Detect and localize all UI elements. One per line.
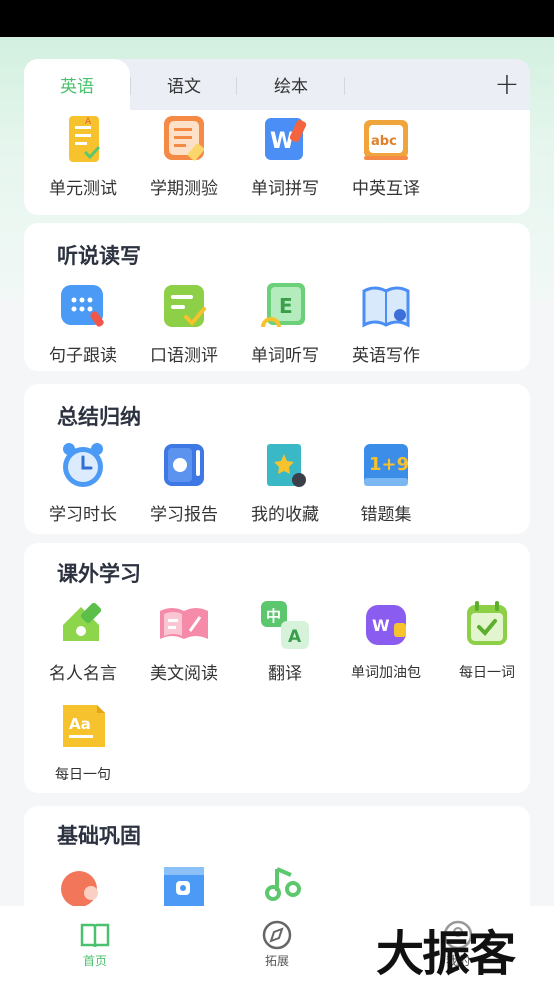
alarm-clock-icon: [57, 440, 109, 492]
item-label: 单词加油包: [351, 665, 421, 681]
item-label: 句子跟读: [49, 346, 117, 366]
daily-word-icon: [461, 599, 513, 651]
tab-divider: [130, 77, 131, 95]
phonics-icon: [57, 863, 109, 906]
sentence-repeat-button[interactable]: 句子跟读: [33, 281, 133, 366]
mistakes-book-icon: 1+9: [360, 440, 412, 492]
tab-chinese[interactable]: 语文: [132, 59, 236, 110]
textbook-icon: [158, 863, 210, 906]
subject-tabs: 英语 语文 绘本 +: [24, 59, 530, 110]
item-label: 学习时长: [49, 505, 117, 525]
item-label: 我的收藏: [251, 505, 319, 525]
study-report-button[interactable]: 学习报告: [134, 440, 234, 525]
svg-text:中: 中: [266, 607, 281, 625]
section-title: 听说读写: [57, 244, 141, 268]
watermark: 大振客: [376, 926, 516, 982]
english-writing-button[interactable]: 英语写作: [336, 281, 436, 366]
nav-label: 首页: [82, 954, 107, 968]
daily-sentence-icon: Aa: [57, 701, 109, 753]
report-icon: [158, 440, 210, 492]
book-icon: [80, 923, 110, 948]
nav-explore[interactable]: 拓展: [237, 920, 317, 969]
nav-home[interactable]: 首页: [55, 920, 135, 969]
translate-icon: 中A: [259, 599, 311, 651]
item-label: 单词听写: [251, 346, 319, 366]
item-label: 口语测评: [150, 346, 218, 366]
svg-text:E: E: [279, 294, 293, 318]
svg-text:A: A: [85, 117, 92, 127]
word-boost-icon: W: [360, 599, 412, 651]
term-quiz-icon: [158, 114, 210, 166]
summary-section: 总结归纳 学习时长 学习报告 我的收藏 1+9 错题集: [24, 384, 530, 534]
fundamentals-section: 基础巩固: [24, 806, 530, 906]
listening-speaking-section: 听说读写 句子跟读 口语测评 E 单词听写 英语写作: [24, 223, 530, 371]
mistakes-book-button[interactable]: 1+9 错题集: [336, 440, 436, 525]
word-spelling-button[interactable]: W 单词拼写: [235, 114, 335, 199]
phonics-button[interactable]: [33, 863, 133, 906]
tab-divider: [344, 77, 345, 95]
word-dictation-icon: E: [259, 281, 311, 333]
svg-text:W: W: [372, 616, 390, 635]
item-label: 英语写作: [352, 346, 420, 366]
status-bar: [0, 0, 554, 37]
english-tools-card: A 单元测试 学期测验 W 单词拼写 abc 中英互译: [24, 110, 530, 215]
item-label: 翻译: [268, 664, 302, 684]
music-button[interactable]: [235, 863, 335, 906]
word-dictation-button[interactable]: E 单词听写: [235, 281, 335, 366]
word-boost-pack-button[interactable]: W 单词加油包: [336, 599, 436, 682]
article-reading-button[interactable]: 美文阅读: [134, 599, 234, 684]
daily-word-button[interactable]: 每日一词: [437, 599, 537, 682]
speaking-test-icon: [158, 281, 210, 333]
svg-text:W: W: [270, 129, 294, 154]
compass-icon: [262, 920, 292, 950]
tab-picture-books[interactable]: 绘本: [238, 59, 344, 110]
item-label: 美文阅读: [150, 664, 218, 684]
svg-text:1+9: 1+9: [369, 454, 409, 475]
item-label: 单词拼写: [251, 179, 319, 199]
nav-label: 拓展: [264, 954, 289, 968]
famous-quotes-button[interactable]: 名人名言: [33, 599, 133, 684]
english-writing-icon: [360, 281, 412, 333]
extracurricular-section: 课外学习 名人名言 美文阅读 中A 翻译 W 单词加油包 每日一词 Aa 每日一…: [24, 543, 530, 793]
word-spelling-icon: W: [259, 114, 311, 166]
item-label: 每日一词: [459, 665, 515, 681]
item-label: 中英互译: [352, 179, 420, 199]
study-time-button[interactable]: 学习时长: [33, 440, 133, 525]
textbook-button[interactable]: [134, 863, 234, 906]
my-favorites-button[interactable]: 我的收藏: [235, 440, 335, 525]
translation-button[interactable]: abc 中英互译: [336, 114, 436, 199]
daily-sentence-button[interactable]: Aa 每日一句: [33, 701, 133, 784]
unit-test-button[interactable]: A 单元测试: [33, 114, 133, 199]
section-title: 总结归纳: [57, 405, 141, 429]
tab-english[interactable]: 英语: [24, 59, 130, 110]
translation-icon: abc: [360, 114, 412, 166]
sentence-repeat-icon: [57, 281, 109, 333]
svg-text:A: A: [288, 627, 302, 647]
item-label: 每日一句: [55, 767, 111, 783]
item-label: 单元测试: [49, 179, 117, 199]
svg-text:Aa: Aa: [69, 715, 91, 733]
speaking-test-button[interactable]: 口语测评: [134, 281, 234, 366]
item-label: 学期测验: [150, 179, 218, 199]
quote-icon: [57, 599, 109, 651]
svg-text:abc: abc: [371, 134, 397, 149]
item-label: 错题集: [360, 505, 412, 525]
tab-divider: [236, 77, 237, 95]
reading-icon: [158, 599, 210, 651]
section-title: 课外学习: [57, 562, 141, 586]
plus-icon[interactable]: +: [489, 65, 525, 103]
item-label: 名人名言: [49, 664, 117, 684]
item-label: 学习报告: [150, 505, 218, 525]
term-quiz-button[interactable]: 学期测验: [134, 114, 234, 199]
unit-test-icon: A: [57, 114, 109, 166]
music-note-icon: [259, 863, 311, 906]
favorites-icon: [259, 440, 311, 492]
section-title: 基础巩固: [57, 824, 141, 848]
translate-button[interactable]: 中A 翻译: [235, 599, 335, 684]
